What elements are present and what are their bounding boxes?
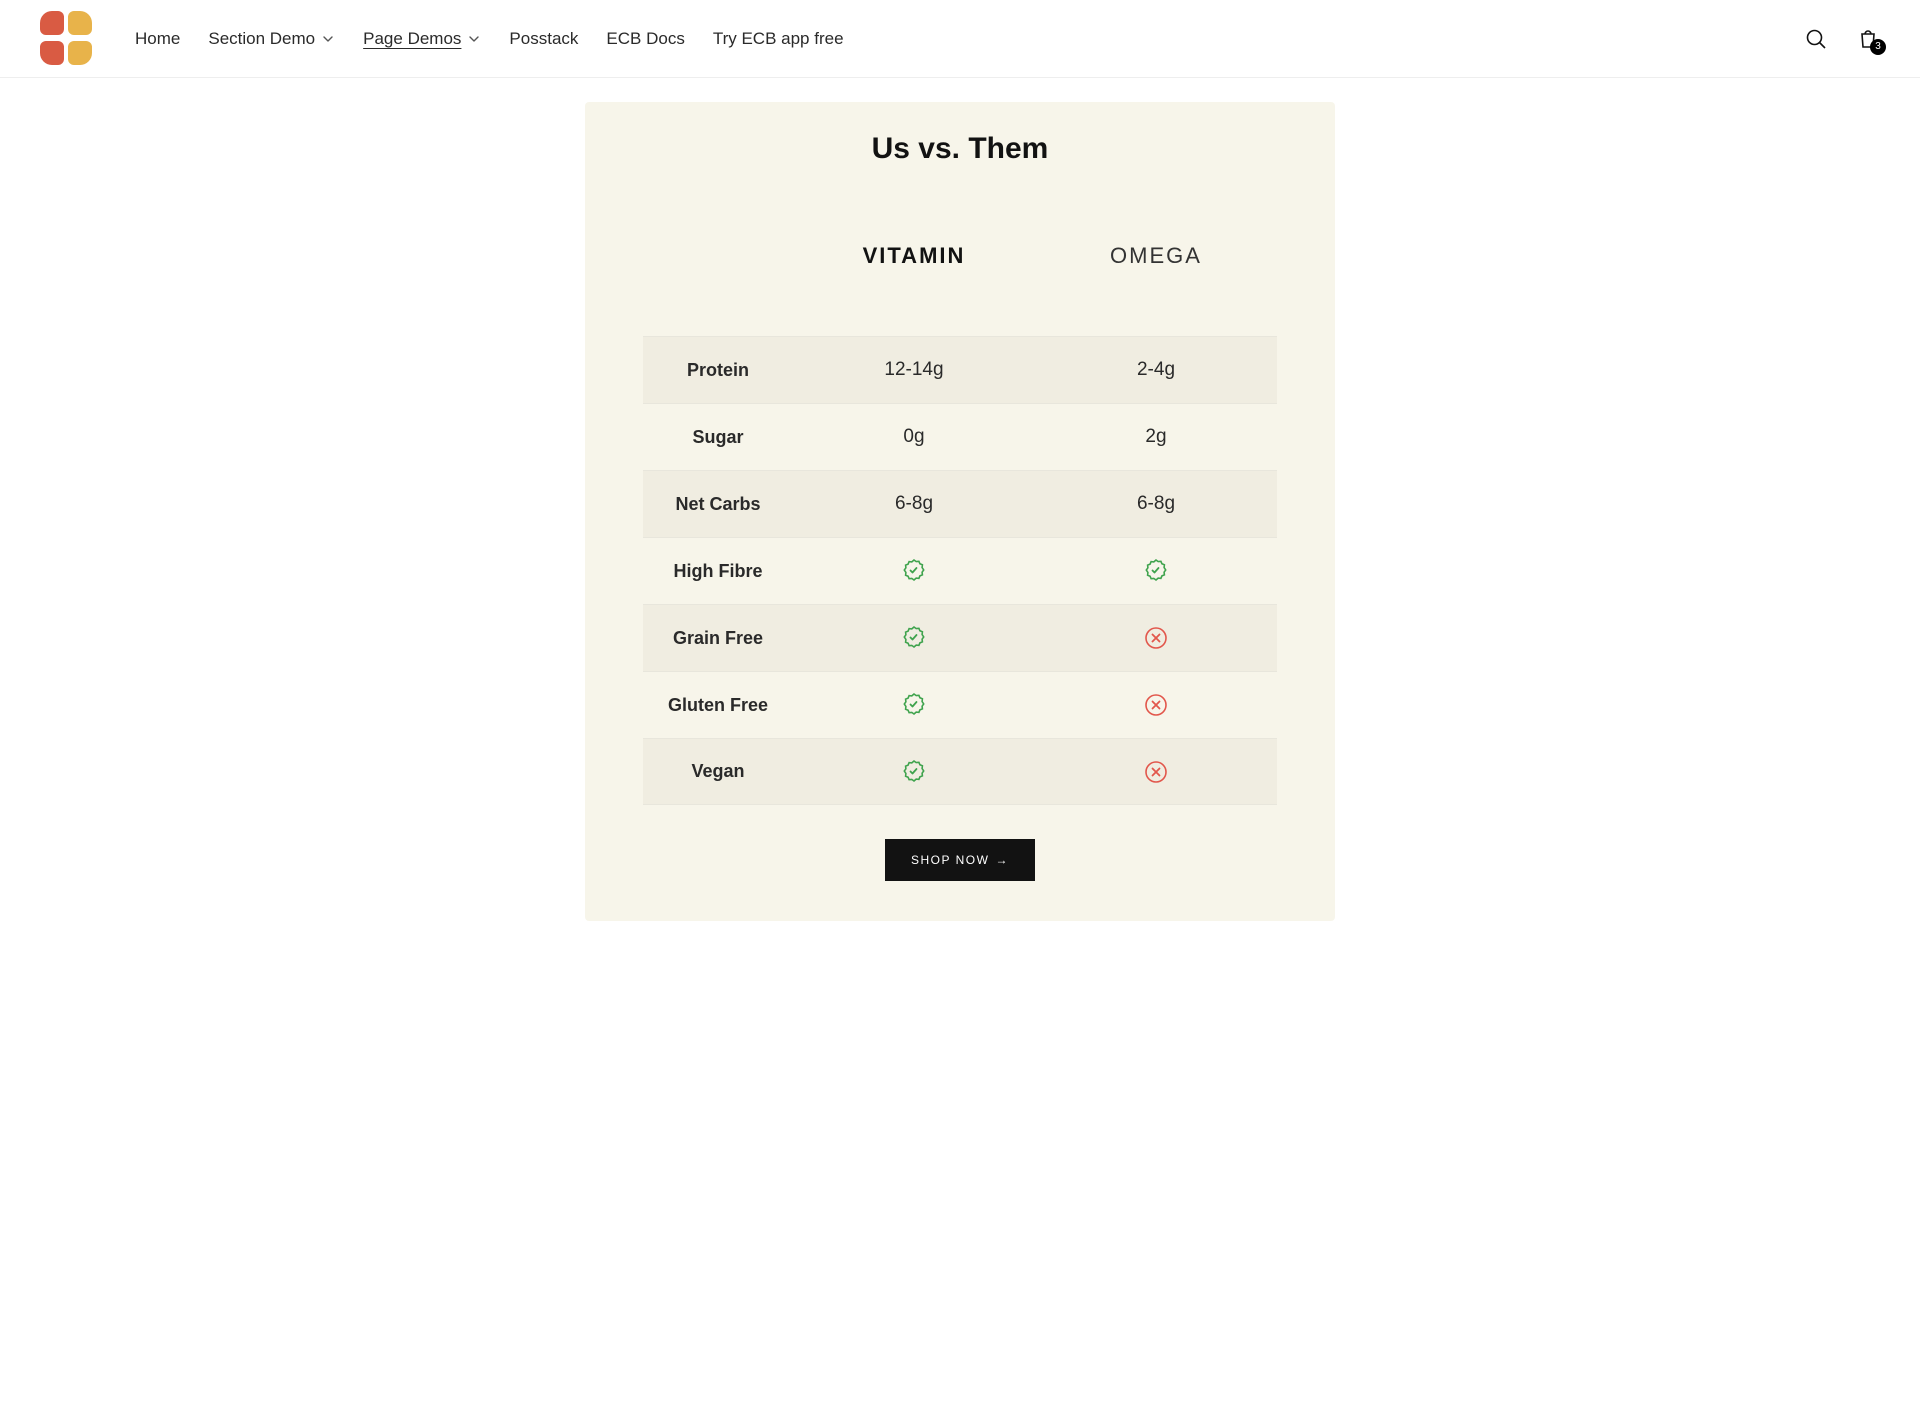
cell-a [793, 759, 1035, 785]
nav-item-try-ecb-app-free[interactable]: Try ECB app free [713, 29, 844, 49]
check-badge-icon [901, 558, 927, 584]
check-badge-icon [901, 692, 927, 718]
table-row: High Fibre [643, 537, 1277, 604]
nav-item-label: Posstack [509, 29, 578, 49]
cell-b [1035, 759, 1277, 785]
cell-b [1035, 625, 1277, 651]
comparison-column-headers: VITAMIN OMEGA [643, 206, 1277, 306]
shop-now-button[interactable]: SHOP NOW → [885, 839, 1035, 881]
cell-a: 12-14g [793, 359, 1035, 381]
chevron-down-icon [467, 32, 481, 46]
site-header: Home Section Demo Page Demos Posstack ECB Do… [0, 0, 1920, 78]
table-row: Vegan [643, 738, 1277, 805]
table-row: Net Carbs6-8g6-8g [643, 470, 1277, 537]
shop-now-label: SHOP NOW [911, 853, 989, 867]
table-row: Sugar0g2g [643, 403, 1277, 470]
row-label: Protein [643, 360, 793, 381]
cell-b: 2-4g [1035, 359, 1277, 381]
nav-item-ecb-docs[interactable]: ECB Docs [606, 29, 684, 49]
comparison-rows: Protein12-14g2-4gSugar0g2gNet Carbs6-8g6… [643, 336, 1277, 805]
cart-icon[interactable]: 3 [1856, 27, 1880, 51]
x-badge-icon [1143, 759, 1169, 785]
brand-a-label: VITAMIN [793, 243, 1035, 269]
site-logo[interactable] [40, 11, 95, 66]
row-label: High Fibre [643, 561, 793, 582]
brand-b-label: OMEGA [1035, 243, 1277, 269]
cell-b [1035, 692, 1277, 718]
check-badge-icon [901, 625, 927, 651]
comparison-card: Us vs. Them VITAMIN OMEGA Protein12-14g2… [585, 102, 1335, 921]
cell-a: 0g [793, 426, 1035, 448]
cell-a [793, 692, 1035, 718]
cell-b: 6-8g [1035, 493, 1277, 515]
check-badge-icon [1143, 558, 1169, 584]
x-badge-icon [1143, 692, 1169, 718]
x-badge-icon [1143, 625, 1169, 651]
row-label: Gluten Free [643, 695, 793, 716]
nav-item-label: Home [135, 29, 180, 49]
nav-item-label: Page Demos [363, 29, 461, 49]
cell-a: 6-8g [793, 493, 1035, 515]
nav-item-label: ECB Docs [606, 29, 684, 49]
search-icon[interactable] [1804, 27, 1828, 51]
main-nav: Home Section Demo Page Demos Posstack ECB Do… [135, 29, 1804, 49]
nav-item-label: Try ECB app free [713, 29, 844, 49]
chevron-down-icon [321, 32, 335, 46]
nav-item-posstack[interactable]: Posstack [509, 29, 578, 49]
row-label: Grain Free [643, 628, 793, 649]
cell-b [1035, 558, 1277, 584]
cell-a [793, 625, 1035, 651]
cart-count-badge: 3 [1870, 39, 1886, 55]
arrow-right-icon: → [995, 853, 1009, 867]
nav-item-section-demo[interactable]: Section Demo [208, 29, 335, 49]
comparison-title: Us vs. Them [615, 132, 1305, 166]
table-row: Protein12-14g2-4g [643, 336, 1277, 403]
cell-b: 2g [1035, 426, 1277, 448]
cell-a [793, 558, 1035, 584]
nav-item-home[interactable]: Home [135, 29, 180, 49]
row-label: Vegan [643, 761, 793, 782]
nav-item-label: Section Demo [208, 29, 315, 49]
table-row: Grain Free [643, 604, 1277, 671]
row-label: Sugar [643, 427, 793, 448]
row-label: Net Carbs [643, 494, 793, 515]
nav-item-page-demos[interactable]: Page Demos [363, 29, 481, 49]
check-badge-icon [901, 759, 927, 785]
table-row: Gluten Free [643, 671, 1277, 738]
